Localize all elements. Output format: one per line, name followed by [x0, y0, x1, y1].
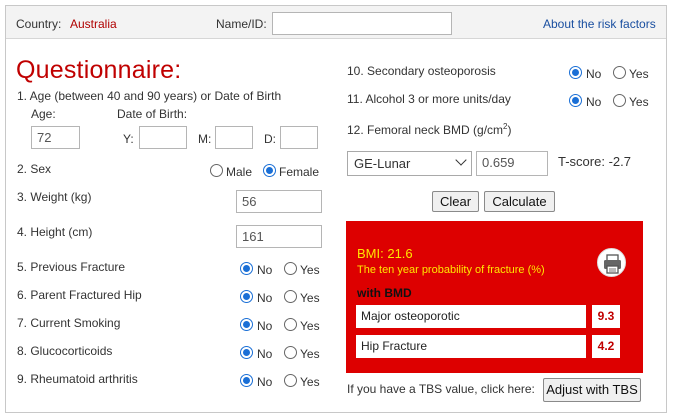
- dob-month-input[interactable]: [215, 126, 253, 149]
- printer-icon[interactable]: [597, 248, 626, 277]
- about-risk-factors-link[interactable]: About the risk factors: [543, 17, 656, 31]
- sex-female-radio[interactable]: [263, 164, 276, 177]
- bmd-device-select[interactable]: GE-Lunar: [347, 151, 472, 176]
- tbs-prompt: If you have a TBS value, click here:: [347, 382, 535, 396]
- q8-label: 8. Glucocorticoids: [17, 344, 113, 358]
- dob-month-label: M:: [198, 132, 212, 146]
- sex-label: 2. Sex: [17, 162, 52, 176]
- dob-day-input[interactable]: [280, 126, 318, 149]
- q11-label: 11. Alcohol 3 or more units/day: [347, 92, 511, 106]
- q8-no-radio[interactable]: [240, 346, 253, 359]
- dob-label: Date of Birth:: [117, 107, 188, 121]
- q9-no-radio[interactable]: [240, 374, 253, 387]
- q5-no-label: No: [257, 263, 273, 277]
- weight-label: 3. Weight (kg): [17, 190, 92, 204]
- height-label: 4. Height (cm): [17, 225, 93, 239]
- q5-yes-label: Yes: [300, 263, 320, 277]
- q6-no-label: No: [257, 291, 273, 305]
- q9-yes-label: Yes: [300, 375, 320, 389]
- tscore-text: T-score: -2.7: [558, 154, 631, 169]
- height-input[interactable]: 161: [236, 225, 322, 248]
- top-bar: Country: Australia Name/ID: About the ri…: [6, 6, 666, 39]
- q9-yes-radio[interactable]: [284, 374, 297, 387]
- q7-yes-radio[interactable]: [284, 318, 297, 331]
- weight-input[interactable]: 56: [236, 190, 322, 213]
- q12-label: 12. Femoral neck BMD (g/cm2): [347, 122, 512, 137]
- q5-yes-radio[interactable]: [284, 262, 297, 275]
- q9-no-label: No: [257, 375, 273, 389]
- dob-year-label: Y:: [123, 132, 134, 146]
- bmd-device-value: GE-Lunar: [354, 156, 411, 171]
- q6-no-radio[interactable]: [240, 290, 253, 303]
- q11-no-label: No: [586, 95, 602, 109]
- q7-no-radio[interactable]: [240, 318, 253, 331]
- calculate-button[interactable]: Calculate: [484, 191, 555, 212]
- sex-male-radio[interactable]: [210, 164, 223, 177]
- bmd-value-input[interactable]: 0.659: [476, 151, 548, 176]
- name-input[interactable]: [272, 12, 452, 35]
- chevron-down-icon: [455, 154, 467, 166]
- q10-yes-label: Yes: [629, 67, 649, 81]
- q5-label: 5. Previous Fracture: [17, 260, 126, 274]
- sex-male-label: Male: [226, 165, 253, 179]
- q6-yes-radio[interactable]: [284, 290, 297, 303]
- with-bmd-label: with BMD: [357, 286, 412, 300]
- major-osteoporotic-label: Major osteoporotic: [356, 305, 586, 328]
- country-value[interactable]: Australia: [70, 17, 117, 31]
- calculator-panel: Country: Australia Name/ID: About the ri…: [5, 5, 667, 413]
- q7-no-label: No: [257, 319, 273, 333]
- dob-day-label: D:: [264, 132, 276, 146]
- age-label: Age:: [31, 107, 56, 121]
- bmi-result: BMI: 21.6: [357, 246, 413, 261]
- probability-title: The ten year probability of fracture (%): [357, 264, 545, 276]
- q5-no-radio[interactable]: [240, 262, 253, 275]
- q11-no-radio[interactable]: [569, 94, 582, 107]
- q6-label: 6. Parent Fractured Hip: [17, 288, 142, 302]
- q11-yes-radio[interactable]: [613, 94, 626, 107]
- q10-no-radio[interactable]: [569, 66, 582, 79]
- adjust-with-tbs-button[interactable]: Adjust with TBS: [543, 378, 641, 402]
- q11-yes-label: Yes: [629, 95, 649, 109]
- q10-no-label: No: [586, 67, 602, 81]
- q9-label: 9. Rheumatoid arthritis: [17, 372, 138, 386]
- hip-fracture-value: 4.2: [592, 335, 620, 358]
- q1-label: 1. Age (between 40 and 90 years) or Date…: [17, 89, 282, 103]
- sex-female-label: Female: [279, 165, 320, 179]
- results-panel: BMI: 21.6 The ten year probability of fr…: [346, 221, 643, 373]
- q7-label: 7. Current Smoking: [17, 316, 121, 330]
- dob-year-input[interactable]: [139, 126, 187, 149]
- q6-yes-label: Yes: [300, 291, 320, 305]
- country-label: Country:: [16, 17, 62, 31]
- name-label: Name/ID:: [216, 17, 267, 31]
- q10-label: 10. Secondary osteoporosis: [347, 64, 496, 78]
- page-title: Questionnaire:: [16, 56, 182, 84]
- clear-button[interactable]: Clear: [432, 191, 479, 212]
- q7-yes-label: Yes: [300, 319, 320, 333]
- major-osteoporotic-value: 9.3: [592, 305, 620, 328]
- q8-yes-radio[interactable]: [284, 346, 297, 359]
- q8-no-label: No: [257, 347, 273, 361]
- age-input[interactable]: 72: [31, 126, 80, 149]
- hip-fracture-label: Hip Fracture: [356, 335, 586, 358]
- q8-yes-label: Yes: [300, 347, 320, 361]
- q10-yes-radio[interactable]: [613, 66, 626, 79]
